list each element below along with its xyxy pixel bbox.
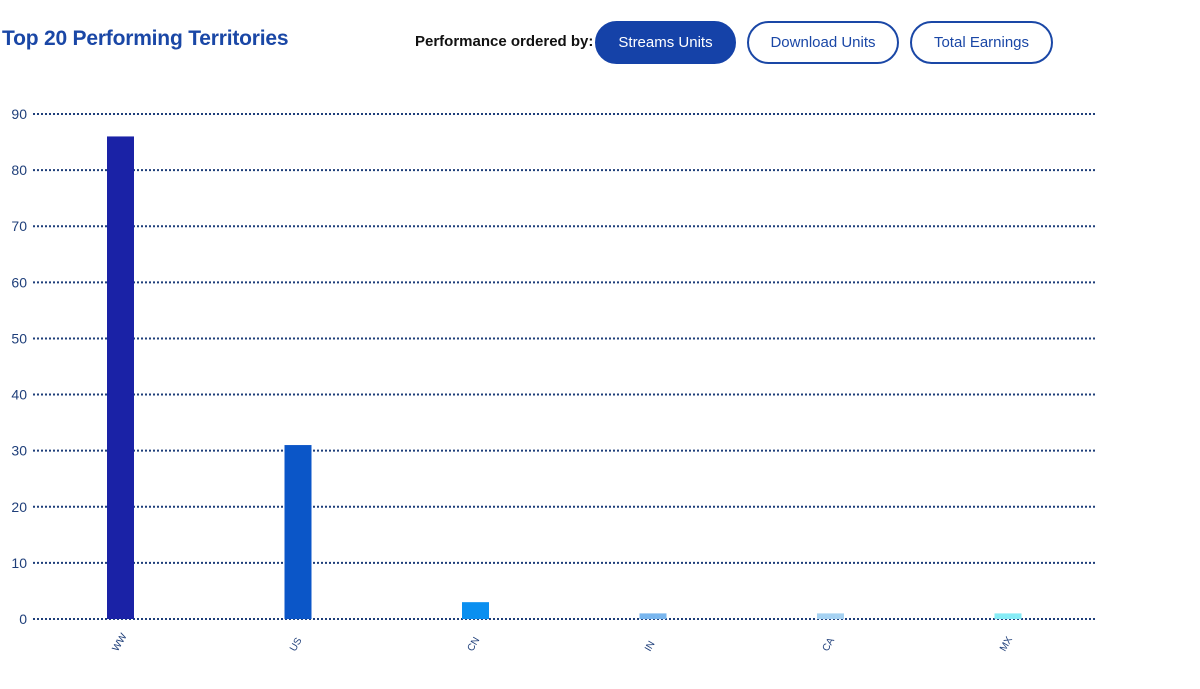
y-tick-label: 20: [11, 499, 27, 515]
x-tick-label: US: [288, 636, 305, 654]
x-tick-label: WW: [111, 631, 130, 653]
y-tick-label: 50: [11, 330, 27, 346]
bar-cn[interactable]: [462, 602, 489, 619]
y-tick-label: 40: [11, 387, 27, 403]
y-tick-label: 70: [11, 218, 27, 234]
grid-lines: [33, 113, 1095, 620]
bars: [107, 136, 1022, 619]
y-tick-label: 10: [11, 555, 27, 571]
y-tick-label: 60: [11, 274, 27, 290]
bar-us[interactable]: [284, 445, 312, 619]
y-tick-label: 80: [11, 162, 27, 178]
x-tick-label: CA: [821, 636, 838, 654]
bar-in[interactable]: [639, 613, 667, 619]
bar-ww[interactable]: [107, 136, 134, 619]
x-axis-labels: WW US CN IN CA MX: [111, 631, 1016, 653]
y-tick-label: 30: [11, 443, 27, 459]
territories-bar-chart: 0 10 20 30 40 50 60 70 80 90 WW US CN IN CA MX: [11, 106, 1095, 654]
y-tick-label: 0: [19, 611, 27, 627]
bar-mx[interactable]: [994, 613, 1022, 619]
x-tick-label: CN: [466, 635, 483, 653]
x-tick-label: MX: [998, 635, 1015, 654]
bar-ca[interactable]: [817, 613, 844, 619]
x-tick-label: IN: [643, 639, 658, 653]
y-axis-ticks: 0 10 20 30 40 50 60 70 80 90: [11, 106, 27, 627]
y-tick-label: 90: [11, 106, 27, 122]
